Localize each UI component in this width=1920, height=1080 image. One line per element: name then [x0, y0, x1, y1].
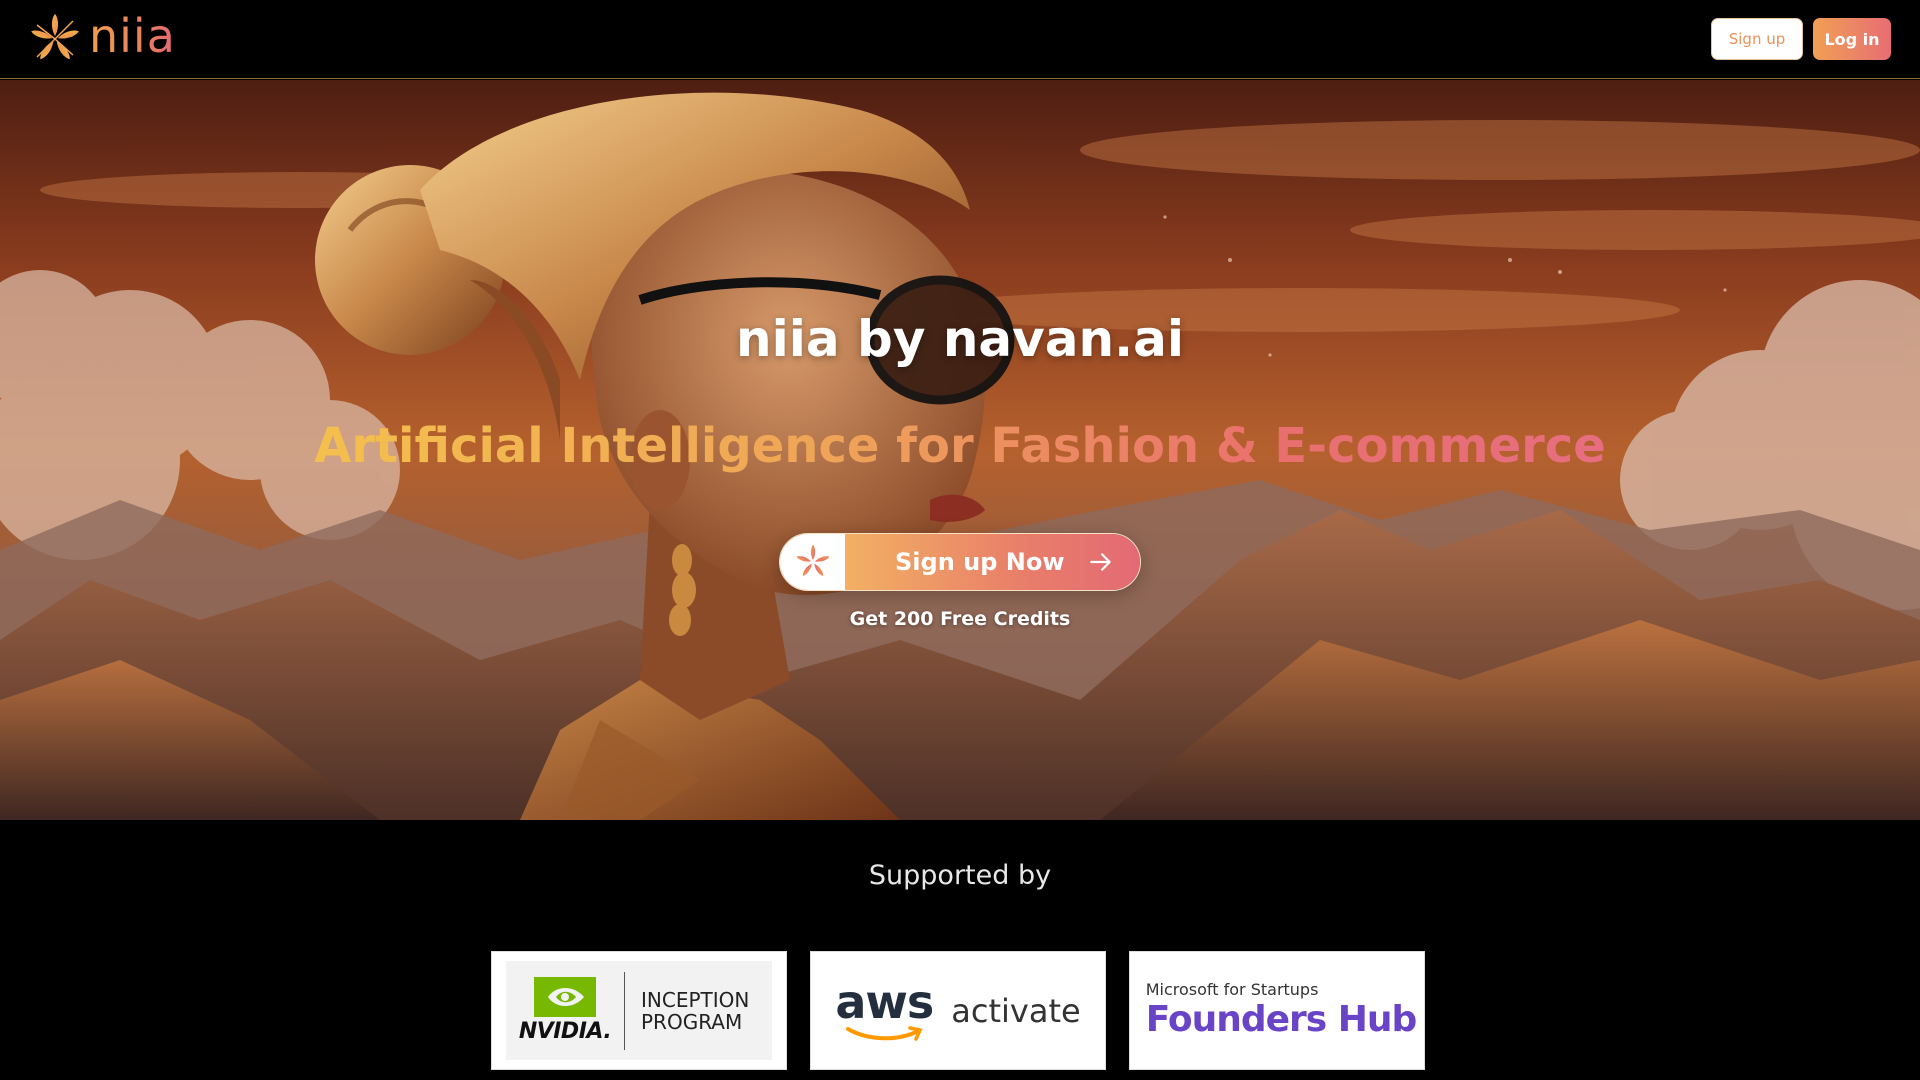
nvidia-eye-icon [534, 977, 596, 1017]
ms-wrap: Microsoft for Startups Founders Hub [1138, 980, 1418, 1041]
aws-wrap: aws activate [835, 974, 1081, 1043]
cta-label: Sign up Now [895, 548, 1065, 576]
free-credits-text: Get 200 Free Credits [849, 608, 1071, 630]
flower-logo-icon [31, 14, 79, 60]
nvidia-mark: NVIDIA. [506, 961, 624, 1060]
aws-mark: aws [835, 974, 934, 1043]
hero-tagline: Artificial Intelligence for Fashion & E-… [0, 420, 1920, 473]
microsoft-founders-hub-logo[interactable]: Microsoft for Startups Founders Hub [1129, 951, 1425, 1070]
aws-wordmark: aws [835, 974, 934, 1029]
nvidia-inner: NVIDIA. INCEPTION PROGRAM [506, 961, 772, 1060]
partner-logos: NVIDIA. INCEPTION PROGRAM aws activate M… [491, 951, 1425, 1070]
cta-icon-box [780, 534, 845, 590]
nvidia-program-text: INCEPTION PROGRAM [625, 989, 749, 1033]
login-button[interactable]: Log in [1813, 18, 1891, 60]
flower-logo-icon [796, 544, 829, 577]
cta-body: Sign up Now [845, 534, 1140, 590]
aws-activate-text: activate [951, 991, 1081, 1030]
header-actions: Sign up Log in [1711, 18, 1891, 60]
brand-name: niia [89, 9, 176, 63]
ms-top-text: Microsoft for Startups [1145, 980, 1319, 1000]
aws-activate-logo[interactable]: aws activate [810, 951, 1106, 1070]
hero-section: niia by navan.ai Artificial Intelligence… [0, 80, 1920, 820]
hero-title: niia by navan.ai [736, 310, 1184, 368]
hero-tagline-text: Artificial Intelligence for Fashion & E-… [314, 418, 1606, 474]
nvidia-inception-logo[interactable]: NVIDIA. INCEPTION PROGRAM [491, 951, 787, 1070]
nvidia-wordmark: NVIDIA. [518, 1019, 612, 1044]
supported-by-section: Supported by NVIDIA. INCEPTION PROGRAM a… [0, 820, 1920, 1080]
aws-smile-icon [846, 1025, 923, 1041]
nvidia-line1: INCEPTION [641, 987, 750, 1012]
signup-now-button[interactable]: Sign up Now [779, 533, 1141, 591]
signup-button[interactable]: Sign up [1711, 18, 1803, 60]
top-navbar: niia Sign up Log in [0, 0, 1920, 79]
ms-bottom-text: Founders Hub [1145, 999, 1418, 1041]
nvidia-line2: PROGRAM [641, 1009, 743, 1034]
arrow-right-icon [1090, 553, 1111, 571]
supported-title: Supported by [868, 860, 1052, 891]
brand[interactable]: niia [29, 13, 176, 65]
